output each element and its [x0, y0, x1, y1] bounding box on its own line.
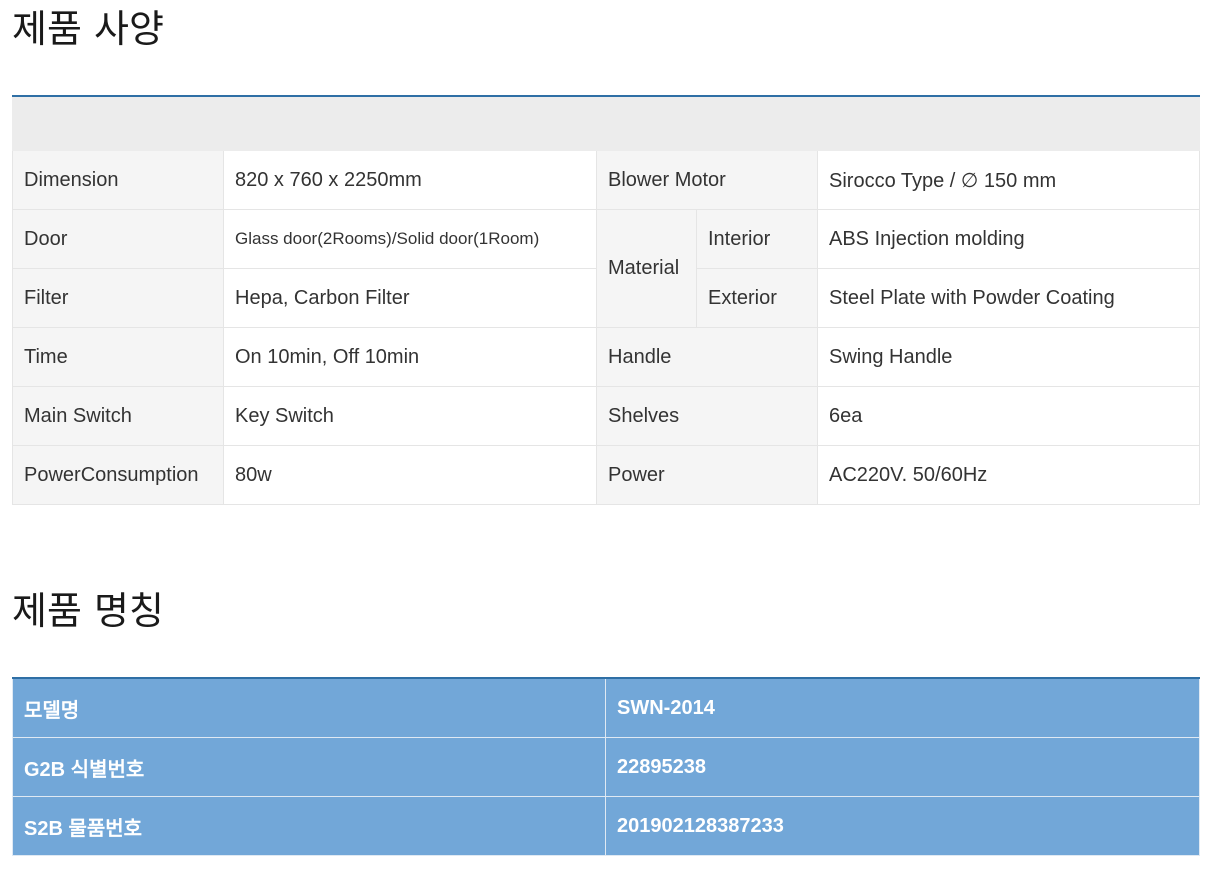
name-value: 201902128387233 — [605, 796, 1200, 856]
spec-value: Hepa, Carbon Filter — [223, 268, 597, 328]
spec-key: Blower Motor — [596, 150, 818, 210]
table-row: 모델명 SWN-2014 — [12, 677, 1200, 738]
spec-value: Steel Plate with Powder Coating — [816, 268, 1201, 328]
table-row: S2B 물품번호 201902128387233 — [12, 796, 1200, 856]
spec-value: 6ea — [816, 386, 1201, 446]
spec-value: Key Switch — [223, 386, 597, 446]
spec-key: Dimension — [12, 150, 224, 210]
spec-key: Door — [12, 209, 224, 269]
spec-value: Swing Handle — [816, 327, 1201, 387]
spec-value: On 10min, Off 10min — [223, 327, 597, 387]
spec-value: AC220V. 50/60Hz — [816, 445, 1201, 505]
spec-value: Glass door(2Rooms)/Solid door(1Room) — [223, 209, 597, 269]
page: 제품 사양 Dimension 820 x 760 x 2250mm Blowe… — [0, 0, 1218, 880]
spec-key: Time — [12, 327, 224, 387]
spec-key: PowerConsumption — [12, 445, 224, 505]
table-row: G2B 식별번호 22895238 — [12, 737, 1200, 797]
name-value: SWN-2014 — [605, 677, 1200, 738]
product-name-table: 모델명 SWN-2014 G2B 식별번호 22895238 S2B 물품번호 … — [12, 677, 1200, 856]
spec-subkey: Exterior — [696, 268, 818, 328]
table-row: PowerConsumption 80w Power AC220V. 50/60… — [12, 445, 1201, 505]
name-value: 22895238 — [605, 737, 1200, 797]
spec-value: 820 x 760 x 2250mm — [223, 150, 597, 210]
spec-value: ABS Injection molding — [816, 209, 1201, 269]
spec-key: Power — [596, 445, 818, 505]
spec-key: Shelves — [596, 386, 818, 446]
spec-table-header — [11, 95, 1201, 151]
spec-value: Sirocco Type / ∅ 150 mm — [816, 150, 1201, 210]
spec-header-cell — [11, 95, 1201, 151]
table-row: Door Glass door(2Rooms)/Solid door(1Room… — [12, 209, 1201, 328]
spec-table: Dimension 820 x 760 x 2250mm Blower Moto… — [11, 95, 1201, 505]
spec-key-material: Material — [596, 209, 697, 328]
spec-subkey: Interior — [696, 209, 818, 269]
name-section-title: 제품 명칭 — [12, 589, 164, 633]
spec-section-title: 제품 사양 — [12, 7, 164, 51]
spec-key: Handle — [596, 327, 818, 387]
table-row: Dimension 820 x 760 x 2250mm Blower Moto… — [12, 150, 1201, 210]
spec-value: 80w — [223, 445, 597, 505]
table-row: Time On 10min, Off 10min Handle Swing Ha… — [12, 327, 1201, 387]
spec-key: Filter — [12, 268, 224, 328]
spec-key: Main Switch — [12, 386, 224, 446]
name-label: G2B 식별번호 — [12, 737, 606, 797]
table-row: Main Switch Key Switch Shelves 6ea — [12, 386, 1201, 446]
name-label: 모델명 — [12, 677, 606, 738]
name-label: S2B 물품번호 — [12, 796, 606, 856]
